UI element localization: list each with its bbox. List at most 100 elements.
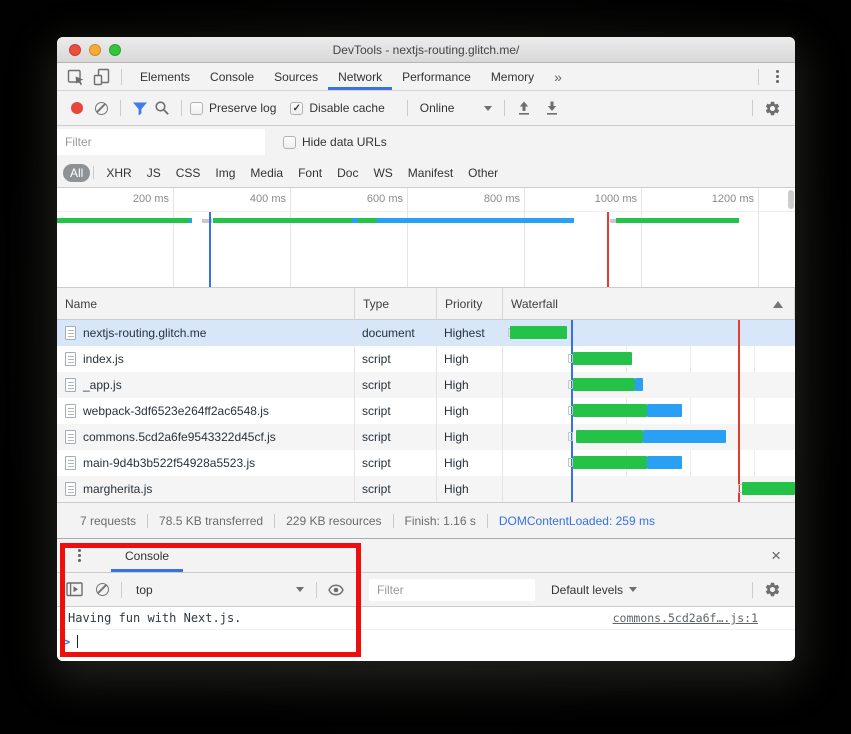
request-priority: High xyxy=(437,346,503,372)
waterfall-bars xyxy=(508,372,795,398)
console-prompt[interactable]: > xyxy=(57,630,795,653)
document-icon xyxy=(65,352,76,366)
request-row[interactable]: commons.5cd2a6fe9543322d45cf.js script H… xyxy=(57,424,795,450)
log-levels-value: Default levels xyxy=(551,583,623,597)
divider xyxy=(407,100,408,116)
request-type: script xyxy=(355,476,437,502)
request-row[interactable]: margherita.js script High xyxy=(57,476,795,502)
inspect-element-icon[interactable] xyxy=(65,66,87,88)
request-row[interactable]: webpack-3df6523e264ff2ac6548.js script H… xyxy=(57,398,795,424)
log-levels-dropdown[interactable]: Default levels xyxy=(551,583,637,597)
network-settings-gear-icon[interactable] xyxy=(761,97,783,119)
console-message-row: Having fun with Next.js. commons.5cd2a6f… xyxy=(57,607,795,630)
console-settings-gear-icon[interactable] xyxy=(761,579,783,601)
more-tabs-button[interactable]: » xyxy=(544,63,572,90)
devtools-tab[interactable]: Elements xyxy=(130,63,200,90)
text-cursor xyxy=(77,635,78,648)
filter-funnel-icon[interactable] xyxy=(129,97,151,119)
clear-console-icon[interactable] xyxy=(96,583,109,596)
network-filter-input[interactable] xyxy=(57,129,265,155)
execution-context-dropdown[interactable]: top xyxy=(136,583,304,597)
export-har-icon[interactable] xyxy=(541,97,563,119)
waterfall-bar-segment xyxy=(742,482,795,495)
search-icon[interactable] xyxy=(151,97,173,119)
summary-item: Finish: 1.16 s xyxy=(394,514,488,528)
devtools-tab[interactable]: Network xyxy=(328,63,392,90)
waterfall-bar-segment xyxy=(573,456,647,469)
execution-context-value: top xyxy=(136,583,153,597)
summary-item: 229 KB resources xyxy=(275,514,393,528)
request-row[interactable]: nextjs-routing.glitch.me document Highes… xyxy=(57,320,795,346)
throttling-dropdown[interactable]: Online xyxy=(420,101,493,115)
console-source-link[interactable]: commons.5cd2a6f….js:1 xyxy=(613,611,758,625)
request-priority: High xyxy=(437,372,503,398)
network-toolbar: ✓ Preserve log ✓ Disable cache Online xyxy=(57,91,795,126)
overview-bar-segment xyxy=(377,218,574,223)
resource-type-chip[interactable]: Media xyxy=(243,164,290,182)
column-header-name[interactable]: Name xyxy=(57,288,355,319)
request-type: script xyxy=(355,372,437,398)
devtools-window: DevTools - nextjs-routing.glitch.me/ Ele… xyxy=(57,37,795,661)
preserve-log-label: Preserve log xyxy=(209,101,276,115)
resource-type-chip[interactable]: CSS xyxy=(169,164,208,182)
request-row[interactable]: index.js script High xyxy=(57,346,795,372)
device-toolbar-icon[interactable] xyxy=(91,66,113,88)
requests-table-header: Name Type Priority Waterfall xyxy=(57,288,795,320)
column-header-waterfall[interactable]: Waterfall xyxy=(503,288,795,319)
resource-type-chip[interactable]: Other xyxy=(461,164,505,182)
overview-bar-segment xyxy=(189,218,192,223)
sort-ascending-icon[interactable] xyxy=(773,301,783,308)
column-header-type[interactable]: Type xyxy=(355,288,437,319)
resource-type-chip[interactable]: Img xyxy=(208,164,242,182)
close-drawer-icon[interactable]: × xyxy=(771,547,781,564)
record-network-log-button[interactable] xyxy=(71,102,83,114)
import-har-icon[interactable] xyxy=(513,97,535,119)
devtools-tab[interactable]: Sources xyxy=(264,63,328,90)
drawer-tab-console[interactable]: Console xyxy=(111,539,183,572)
resource-type-chip[interactable]: JS xyxy=(140,164,168,182)
resource-type-filters: All XHR JS CSS Img Media Font Doc WS M xyxy=(57,158,795,188)
preserve-log-checkbox[interactable]: ✓ Preserve log xyxy=(190,101,276,115)
drawer-menu-kebab-icon[interactable] xyxy=(69,549,89,562)
hide-data-urls-checkbox[interactable]: ✓ Hide data URLs xyxy=(283,135,387,149)
main-menu-kebab-icon[interactable] xyxy=(767,70,787,83)
devtools-tab[interactable]: Performance xyxy=(392,63,481,90)
resource-type-chip[interactable]: XHR xyxy=(99,164,138,182)
hide-data-urls-label: Hide data URLs xyxy=(302,135,387,149)
resource-type-chip[interactable]: Doc xyxy=(330,164,365,182)
prompt-chevron-icon: > xyxy=(63,635,77,649)
resource-type-chip[interactable]: All xyxy=(63,164,90,182)
resource-type-chip[interactable]: Manifest xyxy=(401,164,460,182)
devtools-tab[interactable]: Console xyxy=(200,63,264,90)
request-row[interactable]: main-9d4b3b522f54928a5523.js script High xyxy=(57,450,795,476)
main-tabs: ElementsConsoleSourcesNetworkPerformance… xyxy=(130,63,544,90)
document-icon xyxy=(65,456,76,470)
screenshot-root: { "window_title": "DevTools - nextjs-rou… xyxy=(0,0,851,734)
overview-bar-segment xyxy=(616,218,739,223)
clear-network-log-icon[interactable] xyxy=(95,102,108,115)
console-filter-input[interactable] xyxy=(369,579,535,601)
checkbox-box: ✓ xyxy=(190,102,203,115)
divider xyxy=(316,582,317,598)
waterfall-bar-segment xyxy=(568,432,573,441)
waterfall-bars xyxy=(508,450,795,476)
network-summary-bar: 7 requests78.5 KB transferred229 KB reso… xyxy=(57,502,795,538)
waterfall-bar-segment xyxy=(573,352,632,365)
document-icon xyxy=(65,404,76,418)
overview-scrollbar[interactable] xyxy=(788,190,794,209)
resource-type-chip[interactable]: Font xyxy=(291,164,329,182)
divider xyxy=(121,69,122,85)
divider xyxy=(752,100,753,116)
overview-bar-segment xyxy=(358,218,377,223)
disable-cache-checkbox[interactable]: ✓ Disable cache xyxy=(290,101,384,115)
resource-type-chip[interactable]: WS xyxy=(366,164,399,182)
document-icon xyxy=(65,326,76,340)
checkbox-box: ✓ xyxy=(290,102,303,115)
devtools-tab[interactable]: Memory xyxy=(481,63,544,90)
request-row[interactable]: _app.js script High xyxy=(57,372,795,398)
divider xyxy=(752,582,753,598)
console-sidebar-toggle-icon[interactable] xyxy=(64,579,86,601)
column-header-priority[interactable]: Priority xyxy=(437,288,503,319)
network-overview-pane[interactable]: 200 ms 400 ms 600 ms 800 ms 1000 ms 1200… xyxy=(57,188,795,288)
live-expression-eye-icon[interactable] xyxy=(325,579,347,601)
